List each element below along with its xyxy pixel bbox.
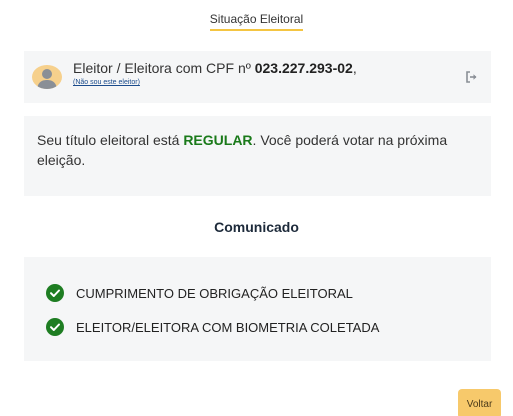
avatar bbox=[32, 65, 62, 89]
status-message: Seu título eleitoral está REGULAR. Você … bbox=[37, 130, 477, 170]
status-text-before: Seu título eleitoral está bbox=[37, 132, 184, 148]
back-button[interactable]: Voltar bbox=[458, 389, 501, 416]
communique-card: CUMPRIMENTO DE OBRIGAÇÃO ELEITORAL ELEIT… bbox=[24, 257, 491, 361]
status-value: REGULAR bbox=[183, 132, 253, 148]
communique-item-label: CUMPRIMENTO DE OBRIGAÇÃO ELEITORAL bbox=[76, 285, 353, 301]
voter-identity: Eleitor / Eleitora com CPF nº 023.227.29… bbox=[73, 60, 357, 76]
list-item: CUMPRIMENTO DE OBRIGAÇÃO ELEITORAL bbox=[46, 284, 353, 302]
communique-heading: Comunicado bbox=[214, 219, 299, 235]
page-title-tab: Situação Eleitoral bbox=[0, 10, 513, 31]
voter-card: Eleitor / Eleitora com CPF nº 023.227.29… bbox=[24, 51, 491, 103]
communique-item-label: ELEITOR/ELEITORA COM BIOMETRIA COLETADA bbox=[76, 319, 380, 335]
voter-suffix: , bbox=[352, 60, 357, 76]
voter-prefix: Eleitor / Eleitora com CPF nº bbox=[73, 60, 255, 76]
page-title: Situação Eleitoral bbox=[209, 12, 304, 31]
page: Situação Eleitoral Eleitor / Eleitora co… bbox=[0, 0, 513, 416]
list-item: ELEITOR/ELEITORA COM BIOMETRIA COLETADA bbox=[46, 318, 379, 336]
check-circle-icon bbox=[46, 284, 64, 302]
sign-out-icon[interactable] bbox=[465, 70, 479, 84]
voter-cpf: 023.227.293-02 bbox=[254, 60, 353, 76]
not-this-voter-link[interactable]: (Não sou este eleitor) bbox=[73, 79, 140, 86]
check-circle-icon bbox=[46, 318, 64, 336]
status-card: Seu título eleitoral está REGULAR. Você … bbox=[24, 116, 491, 196]
user-icon bbox=[37, 69, 57, 89]
